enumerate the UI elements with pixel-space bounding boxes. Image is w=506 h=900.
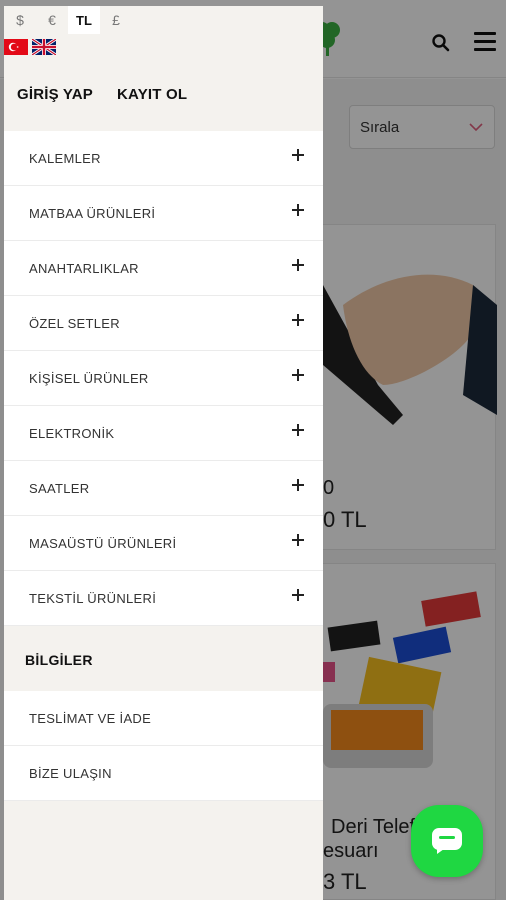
plus-icon[interactable]	[292, 149, 304, 161]
turkey-flag-icon[interactable]	[4, 39, 28, 55]
category-item-matbaa[interactable]: MATBAA ÜRÜNLERİ	[4, 186, 323, 241]
plus-icon[interactable]	[292, 589, 304, 601]
uk-flag-icon[interactable]	[32, 39, 56, 55]
category-item-kalemler[interactable]: KALEMLER	[4, 131, 323, 186]
plus-icon[interactable]	[292, 479, 304, 491]
currency-usd[interactable]: $	[4, 6, 36, 34]
category-item-kisisel[interactable]: KİŞİSEL ÜRÜNLER	[4, 351, 323, 406]
login-link[interactable]: GİRİŞ YAP	[17, 86, 93, 103]
chat-bubble-icon	[432, 828, 462, 854]
plus-icon[interactable]	[292, 259, 304, 271]
info-item-iletisim[interactable]: BİZE ULAŞIN	[4, 746, 323, 801]
auth-links: GİRİŞ YAP KAYIT OL	[17, 86, 187, 103]
plus-icon[interactable]	[292, 424, 304, 436]
category-item-ozel-setler[interactable]: ÖZEL SETLER	[4, 296, 323, 351]
category-label: MATBAA ÜRÜNLERİ	[29, 206, 156, 221]
category-label: MASAÜSTÜ ÜRÜNLERİ	[29, 536, 177, 551]
plus-icon[interactable]	[292, 369, 304, 381]
info-item-teslimat[interactable]: TESLİMAT VE İADE	[4, 691, 323, 746]
currency-switcher: $ € TL £	[4, 6, 134, 34]
category-label: KALEMLER	[29, 151, 101, 166]
plus-icon[interactable]	[292, 534, 304, 546]
category-label: ELEKTRONİK	[29, 426, 115, 441]
info-label: BİZE ULAŞIN	[29, 766, 112, 781]
info-menu: TESLİMAT VE İADE BİZE ULAŞIN	[4, 691, 323, 801]
category-label: ÖZEL SETLER	[29, 316, 120, 331]
plus-icon[interactable]	[292, 314, 304, 326]
language-switcher	[4, 39, 56, 55]
info-label: TESLİMAT VE İADE	[29, 711, 152, 726]
category-item-elektronik[interactable]: ELEKTRONİK	[4, 406, 323, 461]
chat-button[interactable]	[411, 805, 483, 877]
currency-eur[interactable]: €	[36, 6, 68, 34]
category-item-anahtarliklar[interactable]: ANAHTARLIKLAR	[4, 241, 323, 296]
category-label: SAATLER	[29, 481, 90, 496]
plus-icon[interactable]	[292, 204, 304, 216]
register-link[interactable]: KAYIT OL	[117, 86, 187, 103]
category-menu: KALEMLER MATBAA ÜRÜNLERİ ANAHTARLIKLAR Ö…	[4, 131, 323, 626]
category-label: TEKSTİL ÜRÜNLERİ	[29, 591, 157, 606]
category-label: ANAHTARLIKLAR	[29, 261, 139, 276]
category-item-masaustu[interactable]: MASAÜSTÜ ÜRÜNLERİ	[4, 516, 323, 571]
currency-gbp[interactable]: £	[100, 6, 132, 34]
info-section-title: BİLGİLER	[25, 652, 93, 668]
currency-try[interactable]: TL	[68, 6, 100, 34]
category-item-saatler[interactable]: SAATLER	[4, 461, 323, 516]
category-item-tekstil[interactable]: TEKSTİL ÜRÜNLERİ	[4, 571, 323, 626]
side-drawer: $ € TL £ GİRİŞ YAP KAYIT OL KALEMLER MAT…	[4, 6, 323, 900]
category-label: KİŞİSEL ÜRÜNLER	[29, 371, 149, 386]
